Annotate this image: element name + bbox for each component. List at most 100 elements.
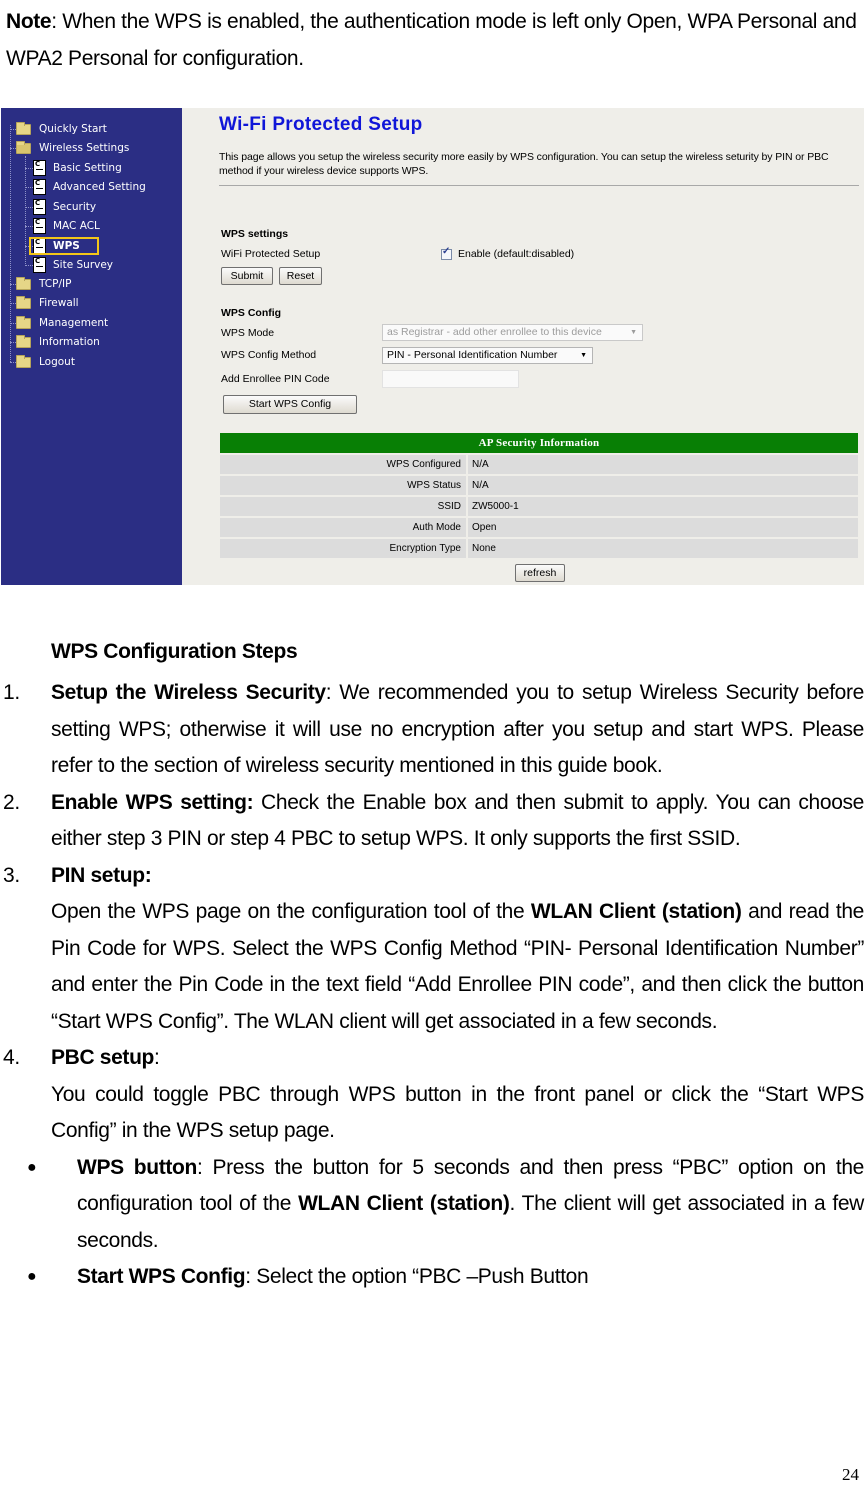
sidebar-item-label: Basic Setting [53,162,122,174]
bullet-icon: ● [27,1268,37,1285]
page-icon: C [33,160,46,176]
tree-branch [25,187,33,188]
enrollee-pin-input[interactable] [382,370,519,388]
chevron-down-icon: ▼ [630,329,637,336]
sidebar-item-label: Wireless Settings [39,142,130,154]
bullet-title: Start WPS Config [77,1265,246,1288]
wps-content-panel: Wi-Fi Protected Setup This page allows y… [182,108,864,585]
divider [219,185,859,186]
wps-mode-value: as Registrar - add other enrollee to thi… [387,326,602,338]
table-row: Encryption Type None [220,539,858,558]
selected-item-highlight [29,237,99,255]
wps-screenshot-figure: Quickly Start Wireless Settings C Basic S… [1,108,864,585]
step-title: PBC setup [51,1046,155,1069]
folder-icon [16,334,31,348]
wps-mode-label: WPS Mode [221,327,275,339]
list-item: 3. PIN setup: Open the WPS page on the c… [0,858,865,1041]
table-row: WPS Status N/A [220,476,858,495]
sidebar-item-label: MAC ACL [53,220,100,232]
sidebar-item-quickly-start[interactable]: Quickly Start [16,120,107,138]
sidebar-item-label: Security [53,201,97,213]
refresh-button[interactable]: refresh [515,564,565,582]
bullet-item: ● Start WPS Config: Select the option “P… [0,1259,865,1296]
sidebar-item-tcp-ip[interactable]: TCP/IP [16,275,71,293]
sidebar-item-management[interactable]: Management [16,314,108,332]
list-item: 1. Setup the Wireless Security: We recom… [0,675,865,785]
sidebar-item-advanced-setting[interactable]: C Advanced Setting [33,178,146,196]
tree-branch [25,168,33,169]
folder-icon [16,276,31,290]
list-item: 4. PBC setup: You could toggle PBC throu… [0,1040,865,1150]
wps-settings-heading: WPS settings [221,228,289,240]
sidebar-item-label: Logout [39,356,75,368]
sidebar-item-label: Management [39,317,109,329]
tree-branch [25,207,33,208]
step-text: Enable WPS setting: Check the Enable box… [51,785,864,858]
bullet-title: WPS button [77,1155,197,1179]
enable-wps-label: Enable (default:disabled) [458,248,575,260]
note-label: Note [6,10,52,33]
step-text: PBC setup: [51,1040,864,1077]
step-title: Setup the Wireless Security [51,681,326,704]
wps-mode-select[interactable]: as Registrar - add other enrollee to thi… [382,324,643,341]
step-number: 4. [3,1046,20,1069]
step-body-part: Open the WPS page on the configuration t… [51,900,531,923]
sidebar-item-label: Quickly Start [39,123,107,135]
sidebar-item-firewall[interactable]: Firewall [16,294,79,312]
page-title: Wi-Fi Protected Setup [219,114,423,135]
sidebar-item-basic-setting[interactable]: C Basic Setting [33,159,122,177]
page-number: 24 [842,1465,859,1484]
table-row: WPS Configured N/A [220,455,858,474]
steps-heading: WPS Configuration Steps [51,640,298,663]
tree-line [25,156,26,266]
step-title: Enable WPS setting: [51,790,254,814]
step-text: PIN setup: [51,858,864,895]
enable-wps-checkbox[interactable] [441,246,452,260]
folder-icon [16,315,31,329]
row-key: Auth Mode [412,522,461,533]
wps-config-method-value: PIN - Personal Identification Number [387,349,558,361]
note-paragraph: Note: When the WPS is enabled, the authe… [6,4,861,77]
step-number: 3. [3,863,20,887]
reset-button[interactable]: Reset [279,267,322,285]
step-body-bold: WLAN Client (station) [530,900,742,923]
folder-open-icon [16,140,31,154]
start-wps-config-button[interactable]: Start WPS Config [223,395,357,414]
folder-icon [16,354,31,368]
list-item: 2. Enable WPS setting: Check the Enable … [0,785,865,858]
tree-branch [25,226,33,227]
folder-icon [16,121,31,135]
bullet-body: : Select the option “PBC –Push Button [245,1265,589,1288]
wps-config-method-select[interactable]: PIN - Personal Identification Number ▼ [382,347,593,364]
wps-config-method-label: WPS Config Method [221,349,317,361]
row-key: WPS Status [407,480,461,491]
sidebar-item-site-survey[interactable]: C Site Survey [33,256,113,274]
sidebar-item-information[interactable]: Information [16,333,100,351]
row-value: N/A [472,480,489,491]
tree-branch [25,265,33,266]
row-key: Encryption Type [389,543,461,554]
table-row: SSID ZW5000-1 [220,497,858,516]
sidebar-item-label: Information [39,336,100,348]
row-value: None [472,543,496,554]
bullet-icon: ● [27,1158,37,1176]
sidebar-item-security[interactable]: C Security [33,198,96,216]
page-description: This page allows you setup the wireless … [219,151,829,177]
sidebar-item-mac-acl[interactable]: C MAC ACL [33,217,100,235]
bullet-body-bold: WLAN Client (station) [298,1192,510,1215]
page-icon: C [33,218,46,234]
row-value: ZW5000-1 [472,501,519,512]
submit-button[interactable]: Submit [221,267,273,285]
sidebar-item-logout[interactable]: Logout [16,353,75,371]
sidebar-item-label: TCP/IP [39,278,72,290]
sidebar-nav: Quickly Start Wireless Settings C Basic S… [1,108,182,585]
ap-security-heading: AP Security Information [220,433,858,453]
page-icon: C [33,199,46,215]
sidebar-item-wireless-settings[interactable]: Wireless Settings [16,139,129,157]
folder-icon [16,295,31,309]
enable-wps-row: Enable (default:disabled) [441,246,575,260]
row-key: SSID [437,501,461,512]
tree-line [10,125,11,362]
step-text: Setup the Wireless Security: We recommen… [51,675,864,785]
bullet-text: Start WPS Config: Select the option “PBC… [77,1259,864,1296]
